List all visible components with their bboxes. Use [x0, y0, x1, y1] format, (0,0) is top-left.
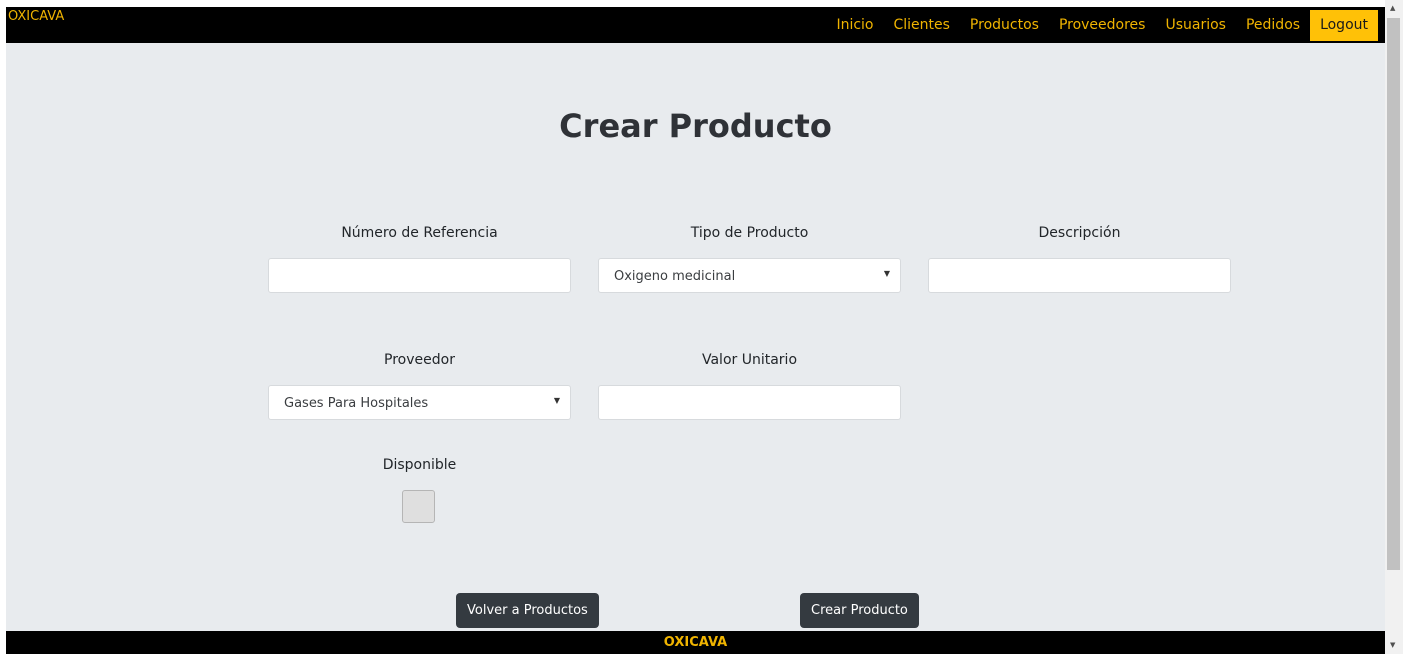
- unit-value-label: Valor Unitario: [701, 352, 798, 368]
- nav-link-clientes[interactable]: Clientes: [893, 17, 949, 33]
- product-type-selected: Oxigeno medicinal: [614, 269, 736, 284]
- description-input[interactable]: [928, 258, 1231, 293]
- nav-link-productos[interactable]: Productos: [970, 17, 1039, 33]
- footer-brand: OXICAVA: [663, 635, 728, 650]
- caret-down-icon: ▼: [883, 269, 890, 278]
- app-viewport: OXICAVA Inicio Clientes Productos Provee…: [6, 7, 1385, 654]
- footer: OXICAVA: [6, 631, 1385, 654]
- description-label: Descripción: [1038, 225, 1121, 241]
- available-label: Disponible: [382, 457, 457, 473]
- nav-link-inicio[interactable]: Inicio: [836, 17, 873, 33]
- scroll-thumb[interactable]: [1387, 18, 1400, 570]
- back-to-products-button[interactable]: Volver a Productos: [456, 593, 599, 628]
- product-type-label: Tipo de Producto: [690, 225, 809, 241]
- nav-links: Inicio Clientes Productos Proveedores Us…: [836, 7, 1378, 43]
- supplier-select[interactable]: Gases Para Hospitales ▼: [268, 385, 571, 420]
- nav-link-proveedores[interactable]: Proveedores: [1059, 17, 1146, 33]
- scroll-down-arrow-icon[interactable]: ▼: [1390, 641, 1395, 649]
- nav-link-pedidos[interactable]: Pedidos: [1246, 17, 1300, 33]
- logout-button[interactable]: Logout: [1310, 9, 1378, 41]
- scroll-up-arrow-icon[interactable]: ▲: [1390, 4, 1395, 12]
- supplier-selected: Gases Para Hospitales: [284, 396, 429, 411]
- top-navbar: OXICAVA Inicio Clientes Productos Provee…: [6, 7, 1385, 43]
- available-checkbox[interactable]: [402, 490, 435, 523]
- unit-value-input[interactable]: [598, 385, 901, 420]
- nav-link-usuarios[interactable]: Usuarios: [1165, 17, 1226, 33]
- page-title: Crear Producto: [559, 107, 832, 145]
- reference-label: Número de Referencia: [341, 225, 498, 241]
- reference-input[interactable]: [268, 258, 571, 293]
- vertical-scrollbar[interactable]: ▲ ▼: [1385, 0, 1403, 654]
- caret-down-icon: ▼: [553, 396, 560, 405]
- create-product-button[interactable]: Crear Producto: [800, 593, 919, 628]
- product-type-select[interactable]: Oxigeno medicinal ▼: [598, 258, 901, 293]
- supplier-label: Proveedor: [384, 352, 455, 368]
- brand-link[interactable]: OXICAVA: [8, 9, 64, 24]
